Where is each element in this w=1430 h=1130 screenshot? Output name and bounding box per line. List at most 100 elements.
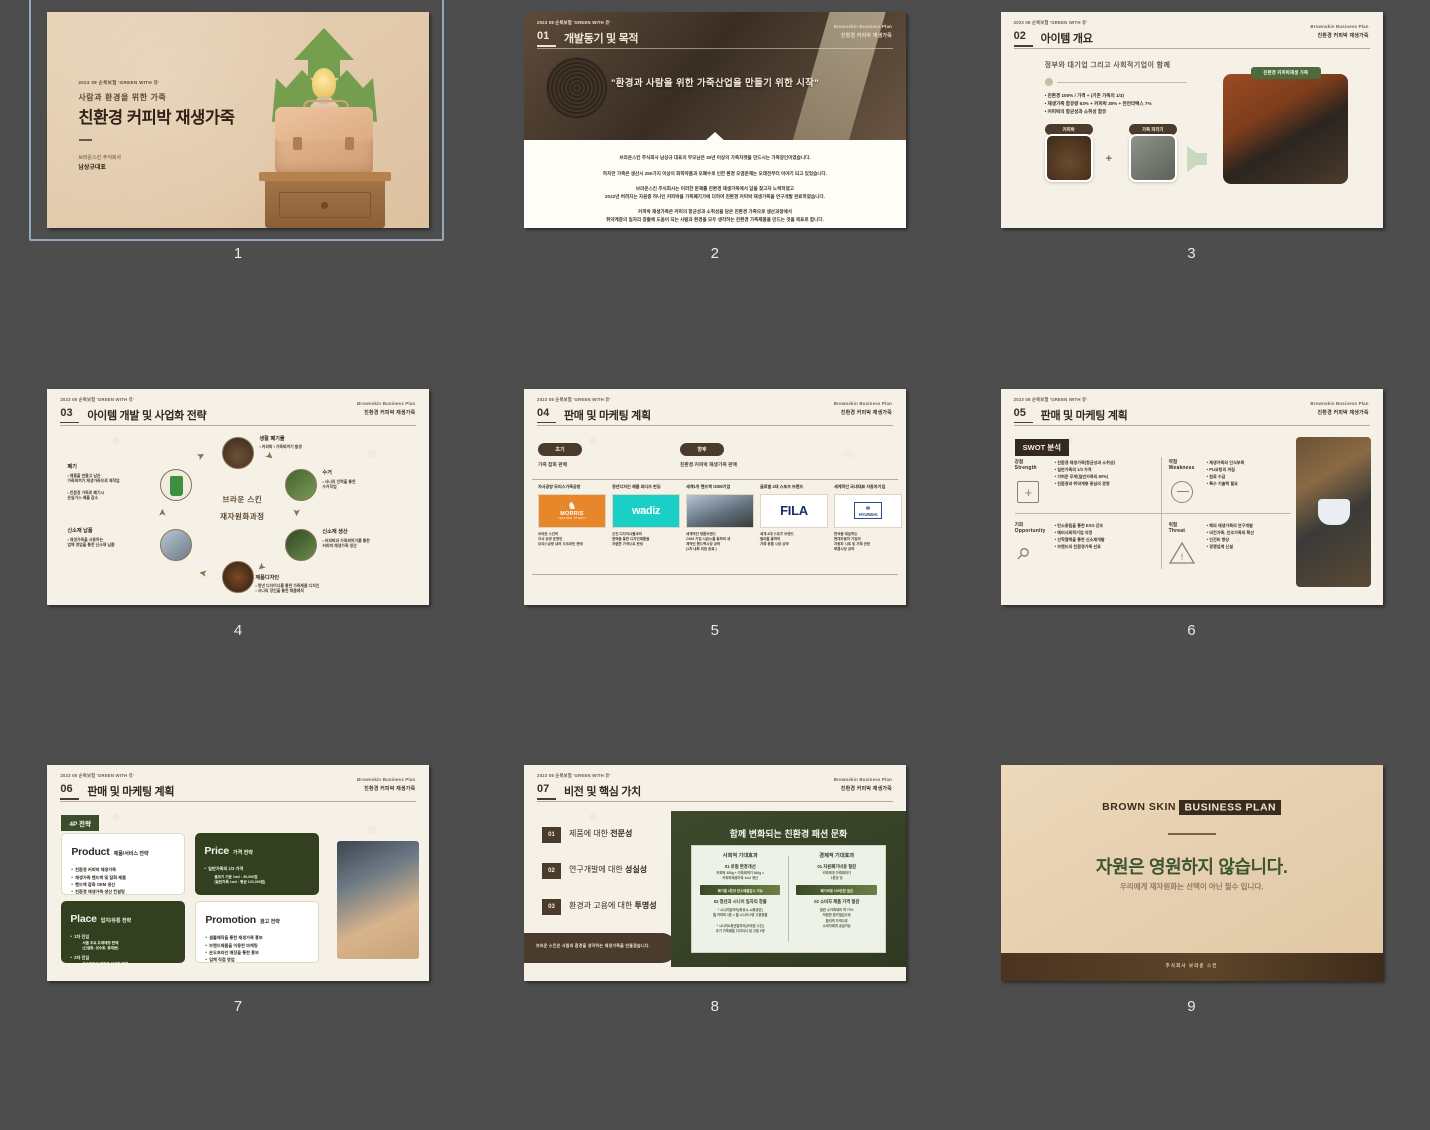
- cycle-label-heading: 폐기: [67, 463, 77, 470]
- slide6-eyebrow: 2023 08 순복보험 'GREEN WITH 유': [1013, 396, 1088, 402]
- card-items: • 1차 진입: [70, 934, 90, 940]
- card-notes: 서울 주요 도매매장 판매 (신설동, 성수동, 동대문): [82, 940, 119, 951]
- slide9-divider: [1167, 833, 1216, 835]
- cycle-label-heading: 신소재 납품: [67, 527, 93, 534]
- slide3-section-number: 02: [1013, 30, 1026, 42]
- warning-icon: !: [1168, 541, 1195, 570]
- slide8-green-title: 함께 변화되는 친환경 패션 문화: [729, 829, 848, 840]
- slide8-eyebrow: 2023 08 순복보험 'GREEN WITH 유': [536, 773, 611, 779]
- slide2-quote: "환경과 사람을 위한 가죽산업을 만들기 위한 시작": [610, 78, 819, 89]
- slide-cell-3[interactable]: 2023 08 순복보험 'GREEN WITH 유' 02 아이템 개요 Br…: [953, 0, 1430, 377]
- swot-items-opportunity: • 탄소중립을 통한 ESG 강조 • 예비사회적기업 지정 • 산학협력을 통…: [1054, 522, 1105, 550]
- slide-thumbnail-4[interactable]: 2023 08 순복보험 'GREEN WITH 유' 03 아이템 개발 및 …: [47, 388, 430, 605]
- slide7-brand-line2: 친환경 커피박 재생가죽: [364, 786, 416, 793]
- slide7-wallet-photo: [337, 841, 420, 960]
- slide-cell-1[interactable]: 2023 08 순복보험 'GREEN WITH 유' 사람과 환경을 위한 가…: [0, 0, 477, 377]
- swot-hline: [1014, 512, 1291, 514]
- slide-number-6: 6: [1187, 621, 1197, 639]
- slide-thumbnail-8[interactable]: 2023 08 순복보험 'GREEN WITH 유' 07 비전 및 핵심 가…: [523, 765, 906, 982]
- slide8-effects-table: 사회적 기대효과 01 로컬 환경개선 커피박 350g + 가죽찌꺼기 840…: [690, 845, 886, 954]
- slide2-section-number: 01: [536, 30, 550, 42]
- partner-desc: 한국을 대표하는 현대자동차 기업의 자동차 시트 및 가죽 관련 부품시장 공…: [833, 531, 871, 552]
- fila-logo: FILA: [759, 493, 828, 528]
- slide3-section-title: 아이템 개요: [1040, 33, 1093, 45]
- slide6-coffee-photo: [1295, 436, 1371, 587]
- slide1-kicker: 2023 08 순복보험 'GREEN WITH 유': [78, 80, 160, 85]
- slide2-paragraph: 커피박 재생가죽은 커피의 항균성과 소취성을 담은 친환경 가죽으로 생산과정…: [606, 209, 824, 222]
- phase-early-desc: 가죽 잡화 판매: [537, 462, 568, 468]
- cycle-center-line1: 브라운 스킨: [222, 494, 263, 504]
- slide2-header-rule: [536, 48, 893, 49]
- slide-cell-9[interactable]: BROWN SKIN BUSINESS PLAN 자원은 영원하지 않습니다. …: [953, 753, 1430, 1130]
- slide-cell-2[interactable]: "환경과 사람을 위한 가죽산업을 만들기 위한 시작" 브라운스킨 주식회사 …: [477, 0, 954, 377]
- slide8-number-underline: [536, 798, 556, 800]
- slide-thumbnail-6[interactable]: 2023 08 순복보험 'GREEN WITH 유' 05 판매 및 마케팅 …: [1000, 388, 1383, 605]
- slide1-divider: [79, 139, 93, 141]
- slide8-green-panel: 함께 변화되는 친환경 패션 문화 사회적 기대효과 01 로컬 환경개선 커피…: [670, 811, 906, 968]
- slide5-brand-line1: Brownskin Business Plan: [833, 400, 892, 406]
- effect-column-header: 경제적 기대효과: [819, 853, 855, 860]
- cycle-node-produce: [285, 528, 318, 561]
- slide-thumbnail-5[interactable]: 2023 08 순복보험 'GREEN WITH 유' 04 판매 및 마케팅 …: [523, 388, 906, 605]
- cycle-node-discard: [160, 468, 193, 501]
- phase-early-pill: 초기: [537, 442, 582, 456]
- card-price: Price 가격 전략 • 일반가죽의 1/3 가격 을크기 기준 1m2 : 3…: [195, 833, 320, 896]
- slide8-header-rule: [536, 801, 893, 803]
- value-text: 연구개발에 대한 성실성: [568, 865, 648, 875]
- slide2-body: 브라운스킨 주식회사 남상규 대표의 부모님은 30년 이상의 가죽자켓을 만드…: [523, 140, 906, 228]
- leather-bag-image: [275, 100, 374, 177]
- card-title: Promotion: [205, 914, 257, 927]
- slide3-photo-coffee-grounds: [1044, 134, 1093, 182]
- cycle-arrow-icon: ➤: [291, 507, 303, 517]
- slide3-bullet: • 커피박의 항균성과 소취성 함유: [1044, 109, 1107, 114]
- card-product: Product 제품/서비스 전략 • 친환경 커피박 재생가죽 • 재생가죽 핸…: [61, 833, 186, 896]
- effect-block-sub: 일반 소가죽대비 약 70% 저렴한 원가절감으로 합리적 가격으로 소비자에게…: [819, 908, 854, 928]
- cycle-arrow-icon: ➤: [195, 449, 208, 463]
- slide-thumbnail-3[interactable]: 2023 08 순복보험 'GREEN WITH 유' 02 아이템 개요 Br…: [1000, 12, 1383, 228]
- swot-items-threat: • 해외 재생가죽의 연구개발 • 비건가죽, 인조가죽의 확산 • 인건비 향…: [1206, 522, 1255, 550]
- slide-number-4: 4: [233, 621, 243, 639]
- value-number: 01: [541, 827, 561, 844]
- slide-thumbnail-1[interactable]: 2023 08 순복보험 'GREEN WITH 유' 사람과 환경을 위한 가…: [47, 12, 430, 228]
- slide-cell-5[interactable]: 2023 08 순복보험 'GREEN WITH 유' 04 판매 및 마케팅 …: [477, 377, 954, 754]
- slide3-brand-line1: Brownskin Business Plan: [1310, 24, 1369, 29]
- slide3-bullet: • 친환경 100% / 가격 + (기존 가죽의 1/3): [1044, 93, 1124, 98]
- slide-thumbnail-7[interactable]: 2023 08 순복보험 'GREEN WITH 유' 06 판매 및 마케팅 …: [47, 765, 430, 982]
- card-subtitle: 입지/유통 전략: [100, 918, 132, 925]
- card-subtitle: 제품/서비스 전략: [113, 851, 149, 858]
- slide3-photo-leather-scrap: [1128, 134, 1177, 182]
- lightbulb-icon: [312, 68, 337, 104]
- partner-column: 글로벌 4대 스포츠 브랜드 FILA 세계 4대 스포츠 브랜드 필라를 통하…: [759, 484, 828, 548]
- partner-desc: 브라운 스킨의 자사 공방 운영인 모리스공방 내의 오프라인 판매: [537, 531, 583, 547]
- slide9-footer: 주식회사 브라운 스킨: [1000, 953, 1383, 982]
- slide-cell-6[interactable]: 2023 08 순복보험 'GREEN WITH 유' 05 판매 및 마케팅 …: [953, 377, 1430, 754]
- card-subtitle: 광고 전략: [260, 919, 280, 926]
- slide2-eyebrow: 2023 08 순복보험 'GREEN WITH 유': [536, 20, 611, 25]
- cycle-label-body: • 제품을 만들고 남은 가죽찌꺼기 재생가죽으로 재작업 • 친환경 가죽로 …: [67, 472, 120, 501]
- slide7-number-underline: [60, 798, 80, 800]
- slide-cell-4[interactable]: 2023 08 순복보험 'GREEN WITH 유' 03 아이템 개발 및 …: [0, 377, 477, 754]
- cycle-node-supply: [160, 528, 193, 561]
- slide-cell-7[interactable]: 2023 08 순복보험 'GREEN WITH 유' 06 판매 및 마케팅 …: [0, 753, 477, 1130]
- cycle-label-heading: 생활 폐기물: [259, 435, 285, 442]
- effect-block-sub: 커피박과 가죽찌꺼기 1톤당 당: [822, 871, 851, 881]
- card-items: • 일반가죽의 1/3 가격: [204, 866, 244, 872]
- slide7-section-number: 06: [60, 783, 73, 796]
- cycle-node-collect: [285, 468, 318, 501]
- swot-vline: [1160, 456, 1162, 569]
- slide-thumbnail-2[interactable]: "환경과 사람을 위한 가죽산업을 만들기 위한 시작" 브라운스킨 주식회사 …: [523, 12, 906, 228]
- partner-column: 청년디자인 제품 와디즈 펀딩 wadiz 신진 디자이너들과의 협력을 통한 …: [611, 484, 680, 548]
- card-title: Product: [71, 846, 110, 859]
- slide-cell-8[interactable]: 2023 08 순복보험 'GREEN WITH 유' 07 비전 및 핵심 가…: [477, 753, 954, 1130]
- cycle-center-line2: 재자원화과정: [220, 511, 265, 521]
- value-number: 03: [541, 899, 561, 916]
- slide3-plus-sign: +: [1105, 153, 1113, 165]
- effect-block-title: 02 청년과 시니어 일자리 창출: [713, 899, 767, 905]
- partner-column: 세계적인 국내대표 자동차기업 ⚭ HYUNDAI 한국을 대표하는 현대자동차…: [833, 484, 902, 553]
- slide8-brand-line2: 친환경 커피박 재생가죽: [840, 786, 892, 793]
- slide7-header-rule: [60, 801, 417, 803]
- slide2-brand-line1: Brownskin Business Plan: [833, 24, 892, 29]
- slide9-brand: BROWN SKIN BUSINESS PLAN: [1001, 799, 1383, 815]
- cycle-node-waste: [222, 436, 255, 469]
- slide-thumbnail-9[interactable]: BROWN SKIN BUSINESS PLAN 자원은 영원하지 않습니다. …: [1000, 765, 1383, 982]
